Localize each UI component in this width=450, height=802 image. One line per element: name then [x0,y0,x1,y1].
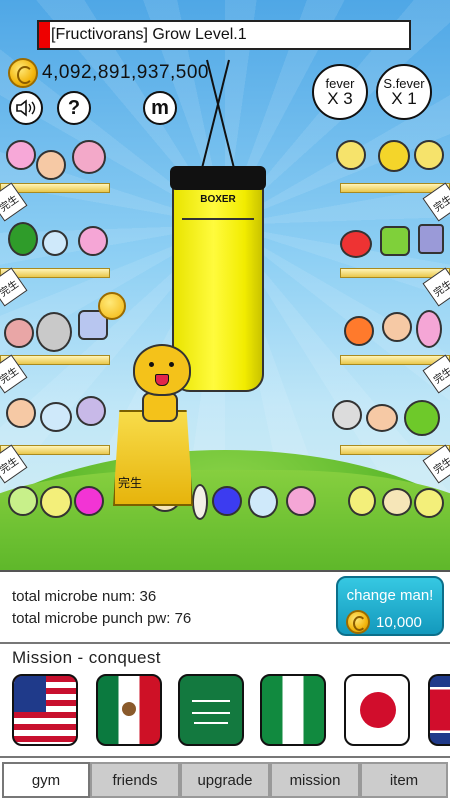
tab-mission[interactable]: mission [270,762,360,798]
change-man-label: change man! [346,587,434,604]
coin-icon [98,292,126,320]
boxer-eye [169,362,174,367]
tab-label: upgrade [197,771,253,789]
microbe [336,140,366,170]
flag-script [192,700,230,714]
microbe [6,398,36,428]
bag-brand: BOXER [200,194,236,205]
coin-counter: 4,092,891,937,500 [8,58,209,88]
menu-label: m [151,96,169,119]
microbe [332,400,362,430]
flag-sun [360,692,396,728]
microbe [380,226,410,256]
microbe [418,224,444,254]
grow-level-text: [Fructivorans] Grow Level.1 [51,26,247,43]
tab-gym[interactable]: gym [2,762,90,798]
microbe [72,140,106,174]
microbe [36,150,66,180]
microbe [40,486,72,518]
microbe [76,396,106,426]
north-korea-flag-icon[interactable] [428,674,450,746]
sound-button[interactable] [9,91,43,125]
microbe [248,486,278,518]
microbe [348,486,376,516]
saudi-arabia-flag-icon[interactable] [178,674,244,746]
bag-band [182,218,254,220]
microbe [36,312,72,352]
microbe [40,402,72,432]
microbe [4,318,34,348]
stats-panel: total microbe num: 36 total microbe punc… [0,570,450,642]
boxer-mouth [155,374,169,386]
help-button[interactable]: ? [57,91,91,125]
tab-upgrade[interactable]: upgrade [180,762,270,798]
flag-canton [14,676,46,712]
microbe [78,226,108,256]
microbe [340,230,372,258]
microbe [212,486,242,516]
microbe [6,140,36,170]
coin-total: 4,092,891,937,500 [42,62,209,83]
microbe [404,400,440,436]
microbe [414,488,444,518]
mission-panel: Mission - conquest [0,642,450,758]
boxer-body [142,392,178,422]
change-man-button[interactable]: change man! 10,000 [336,576,444,636]
microbe [74,486,104,516]
change-man-cost: 10,000 [346,610,422,634]
microbe [192,484,208,520]
microbe [8,486,38,516]
boxer-pedestal [113,410,193,506]
change-man-cost-value: 10,000 [376,613,422,631]
super-fever-button[interactable]: S.fever X 1 [376,64,432,120]
microbe [416,310,442,348]
grow-level-bar: [Fructivorans] Grow Level.1 [37,20,411,50]
boxer-eye [149,362,154,367]
usa-flag-icon[interactable] [12,674,78,746]
microbe [42,230,68,256]
microbe [286,486,316,516]
tab-friends[interactable]: friends [90,762,180,798]
game-scene[interactable]: [Fructivorans] Grow Level.1 4,092,891,93… [0,0,450,580]
menu-button[interactable]: m [143,91,177,125]
microbe [414,140,444,170]
japan-flag-icon[interactable] [344,674,410,746]
help-label: ? [67,96,81,119]
super-fever-multiplier: X 1 [391,89,417,108]
speaker-icon [16,99,36,117]
punch-power: total microbe punch pw: 76 [12,610,192,627]
mission-title: Mission - conquest [12,648,161,667]
fever-button[interactable]: fever X 3 [312,64,368,120]
microbe [344,316,374,346]
bag-cap [170,166,266,190]
coin-icon [346,610,370,634]
mexico-flag-icon[interactable] [96,674,162,746]
microbe-count: total microbe num: 36 [12,588,157,605]
microbe [366,404,398,432]
microbe [382,488,412,516]
tab-label: gym [31,771,61,789]
pedestal-label: 完生 [118,476,143,490]
tab-item[interactable]: item [360,762,448,798]
microbe [378,140,410,172]
tab-label: item [389,771,419,789]
fever-multiplier: X 3 [327,89,353,108]
flag-sword [194,722,228,724]
flag-emblem [122,702,136,716]
tab-label: friends [112,771,158,789]
bottom-tab-bar: gym friends upgrade mission item [0,756,450,802]
microbe [8,222,38,256]
coin-icon [8,58,38,88]
grow-progress-fill [39,22,51,48]
tab-label: mission [289,771,341,789]
nigeria-flag-icon[interactable] [260,674,326,746]
boxer-man[interactable] [133,344,191,396]
microbe [382,312,412,342]
